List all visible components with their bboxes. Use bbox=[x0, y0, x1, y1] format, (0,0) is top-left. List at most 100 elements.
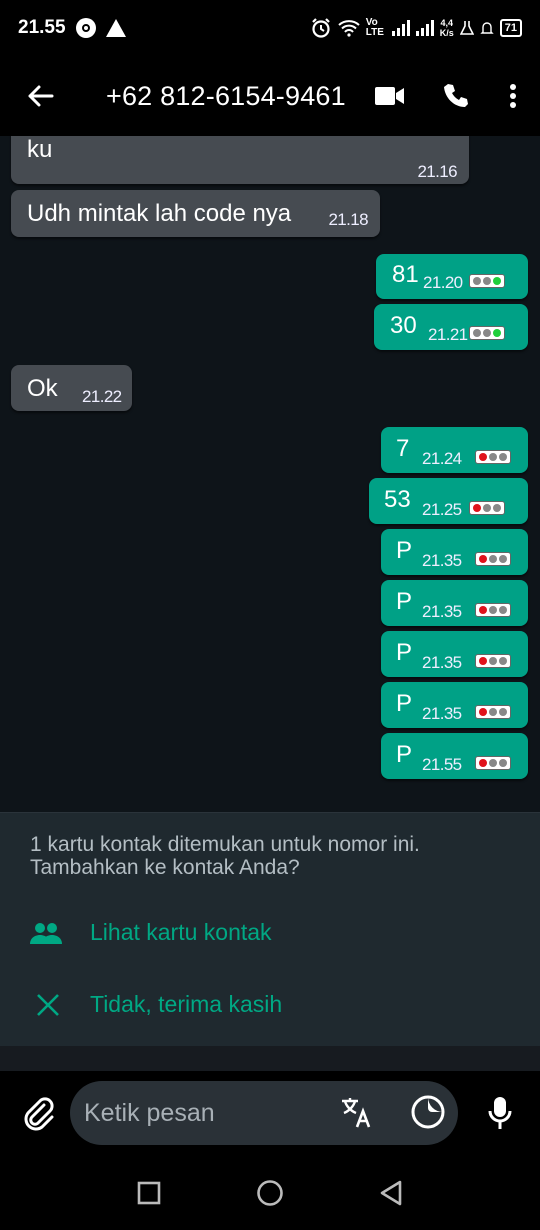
message-outgoing[interactable]: P 21.55 bbox=[381, 733, 528, 779]
message-outgoing[interactable]: 7 21.24 bbox=[381, 427, 528, 473]
voice-call-button[interactable] bbox=[442, 82, 470, 110]
message-time: 21.25 bbox=[422, 500, 462, 519]
voice-message-button[interactable] bbox=[482, 1093, 518, 1133]
message-incoming[interactable]: Ok 21.22 bbox=[11, 365, 132, 411]
message-outgoing[interactable]: 53 21.25 bbox=[369, 478, 528, 524]
message-outgoing[interactable]: P 21.35 bbox=[381, 631, 528, 677]
chat-header: +62 812-6154-9461 bbox=[0, 56, 540, 136]
status-light bbox=[479, 657, 487, 665]
sticker-icon bbox=[411, 1095, 445, 1129]
message-time: 21.24 bbox=[422, 449, 462, 468]
message-outgoing[interactable]: P 21.35 bbox=[381, 682, 528, 728]
close-icon bbox=[37, 993, 59, 1016]
message-time: 21.21 bbox=[428, 325, 468, 344]
delivery-status-icon bbox=[475, 450, 511, 464]
message-time: 21.16 bbox=[417, 162, 457, 181]
message-text: P bbox=[396, 639, 413, 666]
message-incoming[interactable]: bentar dulu akan ku siri ss nick kawan k… bbox=[11, 136, 469, 184]
translate-button[interactable] bbox=[340, 1095, 374, 1129]
message-text: Ok bbox=[27, 375, 58, 402]
message-time: 21.20 bbox=[423, 273, 463, 292]
people-icon bbox=[30, 922, 62, 944]
video-camera-icon bbox=[375, 87, 404, 105]
message-time: 21.35 bbox=[422, 704, 462, 723]
back-button[interactable] bbox=[20, 76, 60, 116]
wifi-icon bbox=[338, 20, 360, 37]
message-text: 30 bbox=[390, 312, 417, 339]
message-text: P bbox=[396, 741, 413, 768]
message-input[interactable] bbox=[84, 1098, 324, 1128]
message-incoming[interactable]: Udh mintak lah code nya 21.18 bbox=[11, 190, 380, 237]
home-button[interactable] bbox=[256, 1179, 284, 1207]
delivery-status-icon bbox=[475, 654, 511, 668]
message-time: 21.35 bbox=[422, 653, 462, 672]
paperclip-icon bbox=[24, 1097, 54, 1131]
signal-2-icon bbox=[415, 20, 434, 36]
status-bar: 21.55 Vo LTE 4,4 K/s 71 bbox=[0, 0, 540, 56]
signal-icon bbox=[391, 20, 410, 36]
message-text: P bbox=[396, 690, 413, 717]
delivery-status-icon bbox=[469, 274, 505, 288]
status-light bbox=[493, 329, 501, 337]
delivery-status-icon bbox=[475, 756, 511, 770]
video-call-button[interactable] bbox=[374, 85, 406, 107]
delivery-status-icon bbox=[475, 603, 511, 617]
sticker-button[interactable] bbox=[410, 1094, 446, 1130]
view-contact-card-button[interactable]: Lihat kartu kontak bbox=[30, 919, 272, 946]
battery-indicator: 71 bbox=[499, 19, 522, 37]
status-light bbox=[479, 759, 487, 767]
network-type: Vo LTE bbox=[365, 17, 384, 38]
message-time: 21.35 bbox=[422, 551, 462, 570]
status-light bbox=[479, 555, 487, 563]
recents-button[interactable] bbox=[137, 1181, 161, 1205]
message-text: 81 bbox=[392, 261, 419, 288]
message-input-container bbox=[70, 1081, 458, 1145]
message-text: P bbox=[396, 588, 413, 615]
phone-icon bbox=[444, 84, 468, 107]
composer bbox=[0, 1071, 540, 1155]
status-light bbox=[473, 504, 481, 512]
system-navigation-bar bbox=[0, 1155, 540, 1230]
message-outgoing[interactable]: 81 21.20 bbox=[376, 254, 528, 299]
message-text: bentar dulu akan ku siri ss nick kawan k… bbox=[27, 136, 431, 163]
contact-card-message-line2: Tambahkan ke kontak Anda? bbox=[30, 856, 300, 879]
message-text: P bbox=[396, 537, 413, 564]
status-light bbox=[479, 453, 487, 461]
message-outgoing[interactable]: 30 21.21 bbox=[374, 304, 528, 350]
attach-button[interactable] bbox=[20, 1093, 56, 1133]
dismiss-contact-card-button[interactable]: Tidak, terima kasih bbox=[30, 991, 282, 1018]
square-icon bbox=[138, 1181, 161, 1204]
contact-card-message-line1: 1 kartu kontak ditemukan untuk nomor ini… bbox=[30, 833, 420, 856]
back-nav-button[interactable] bbox=[379, 1180, 403, 1206]
contact-card-message: 1 kartu kontak ditemukan untuk nomor ini… bbox=[30, 833, 500, 879]
contact-title[interactable]: +62 812-6154-9461 bbox=[106, 81, 374, 112]
mute-icon bbox=[480, 22, 494, 34]
message-time: 21.35 bbox=[422, 602, 462, 621]
warning-icon bbox=[105, 19, 126, 37]
flask-icon bbox=[459, 21, 474, 35]
contact-card-prompt: 1 kartu kontak ditemukan untuk nomor ini… bbox=[0, 812, 540, 1046]
message-time: 21.22 bbox=[82, 387, 122, 406]
message-outgoing[interactable]: P 21.35 bbox=[381, 580, 528, 626]
message-time: 21.18 bbox=[328, 210, 368, 229]
triangle-back-icon bbox=[380, 1180, 401, 1205]
whatsapp-notification-icon bbox=[75, 18, 96, 38]
message-text: Udh mintak lah code nya bbox=[27, 200, 292, 227]
delivery-status-icon bbox=[469, 501, 505, 515]
more-options-button[interactable] bbox=[506, 83, 520, 109]
message-list[interactable]: bentar dulu akan ku siri ss nick kawan k… bbox=[0, 136, 540, 812]
message-outgoing[interactable]: P 21.35 bbox=[381, 529, 528, 575]
view-contact-card-label: Lihat kartu kontak bbox=[90, 919, 272, 945]
net-speed-unit: K/s bbox=[439, 28, 454, 38]
message-text: 7 bbox=[396, 435, 410, 462]
status-light bbox=[479, 606, 487, 614]
message-text: 53 bbox=[384, 486, 411, 513]
delivery-status-icon bbox=[475, 552, 511, 566]
status-time: 21.55 bbox=[18, 17, 66, 38]
delivery-status-icon bbox=[475, 705, 511, 719]
dismiss-contact-card-label: Tidak, terima kasih bbox=[90, 991, 283, 1017]
arrow-left-icon bbox=[28, 85, 54, 107]
alarm-icon bbox=[311, 18, 330, 38]
microphone-icon bbox=[488, 1097, 512, 1129]
message-time: 21.55 bbox=[422, 755, 462, 774]
